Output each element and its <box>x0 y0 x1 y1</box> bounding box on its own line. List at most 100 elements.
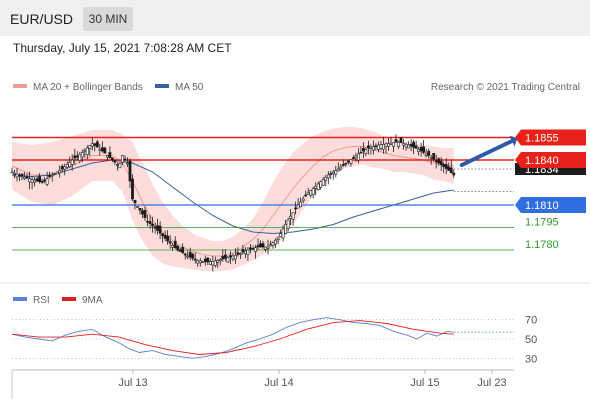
candle-body <box>276 237 280 240</box>
candle-body <box>113 159 117 163</box>
candle-body <box>168 241 172 244</box>
candle-body <box>181 247 185 254</box>
candle-body <box>289 215 293 219</box>
candle-body <box>309 190 313 196</box>
candle-body <box>183 253 187 256</box>
candle-body <box>366 145 370 149</box>
candle-body <box>45 178 49 185</box>
candle-body <box>384 143 388 147</box>
candle-body <box>402 143 406 146</box>
candle-body <box>193 258 197 261</box>
x-axis-labels: Jul 13 Jul 14 Jul 15 Jul 23 <box>118 370 507 389</box>
candle-body <box>224 254 227 259</box>
candle-body <box>254 247 257 252</box>
price-panel: MA 20 + Bollinger Bands MA 50 Research ©… <box>10 82 586 272</box>
candle-body <box>371 146 375 151</box>
candle-body <box>25 176 29 179</box>
candle-body <box>13 172 16 175</box>
candle-body <box>148 221 152 225</box>
rsi-tick-label-0: 30 <box>525 353 537 365</box>
candle-body <box>191 253 195 259</box>
candle-body <box>121 155 124 163</box>
candle-body <box>203 258 207 262</box>
candle-body <box>171 245 175 248</box>
candle-body <box>88 145 92 149</box>
candle-body <box>108 152 112 158</box>
rsi-lines <box>11 317 514 359</box>
candle-body <box>324 176 328 181</box>
legend-ma50-label: MA 50 <box>175 82 204 93</box>
legend-ma20-label: MA 20 + Bollinger Bands <box>33 82 143 93</box>
candle-body <box>226 257 230 263</box>
candle-body <box>58 170 62 174</box>
candle-body <box>186 255 190 258</box>
candle-body <box>133 200 137 204</box>
candle-body <box>397 141 400 147</box>
rsi-tick-label-2: 70 <box>525 315 537 327</box>
candle-body <box>53 173 57 175</box>
candle-body <box>151 223 155 227</box>
candle-body <box>422 146 426 153</box>
candle-body <box>429 157 433 159</box>
x-axis-label-1: Jul 14 <box>264 377 293 389</box>
candle-body <box>279 233 283 237</box>
candle-body <box>251 248 255 250</box>
candle-body <box>106 155 109 158</box>
candle-body <box>40 181 44 183</box>
candle-body <box>311 188 315 195</box>
candle-body <box>146 220 149 223</box>
candle-body <box>48 175 52 178</box>
candle-body <box>178 249 182 252</box>
legend-swatch-rsi <box>13 297 27 301</box>
candle-body <box>153 226 157 229</box>
candle-body <box>316 183 320 191</box>
candle-body <box>427 151 431 156</box>
candle-body <box>399 137 403 143</box>
level-label-0: 1.1855 <box>525 133 559 145</box>
candle-body <box>28 178 32 183</box>
candle-body <box>138 208 142 211</box>
x-axis-label-2: Jul 15 <box>410 377 439 389</box>
candle-body <box>417 149 421 153</box>
candle-body <box>211 260 215 266</box>
candle-body <box>314 186 318 189</box>
candle-body <box>439 160 443 166</box>
candle-body <box>359 151 363 154</box>
candle-body <box>301 198 305 202</box>
candle-body <box>447 166 451 171</box>
candle-body <box>341 164 345 166</box>
candle-body <box>20 173 24 177</box>
candle-body <box>299 201 303 207</box>
candle-body <box>198 260 202 264</box>
candle-body <box>286 219 290 229</box>
candle-body <box>407 144 411 149</box>
candle-body <box>75 155 79 158</box>
candle-body <box>351 157 355 159</box>
candle-body <box>176 245 180 251</box>
rsi-panel: RSI 9MA 30 50 70 <box>11 295 537 365</box>
candle-body <box>236 252 240 255</box>
rsi-tick-label-1: 50 <box>525 334 537 346</box>
candle-body <box>118 163 122 169</box>
candle-body <box>389 142 393 145</box>
candle-body <box>294 207 298 210</box>
candle-body <box>83 149 87 152</box>
candle-body <box>334 170 338 175</box>
candle-body <box>101 147 104 152</box>
candle-body <box>126 162 129 165</box>
candle-body <box>284 224 288 234</box>
candle-body <box>296 204 300 209</box>
candle-body <box>128 160 132 182</box>
candle-body <box>30 179 34 183</box>
candle-body <box>306 192 310 195</box>
legend-swatch-ma20 <box>13 84 27 88</box>
candle-body <box>394 139 398 143</box>
candle-body <box>63 166 67 170</box>
level-labels: 1.18341.18551.18401.18101.17951.1780 <box>515 129 586 251</box>
candle-body <box>432 153 436 160</box>
candle-body <box>161 233 165 237</box>
candle-body <box>326 174 330 178</box>
candle-body <box>136 206 139 208</box>
candle-body <box>85 147 89 155</box>
candle-body <box>68 161 72 168</box>
